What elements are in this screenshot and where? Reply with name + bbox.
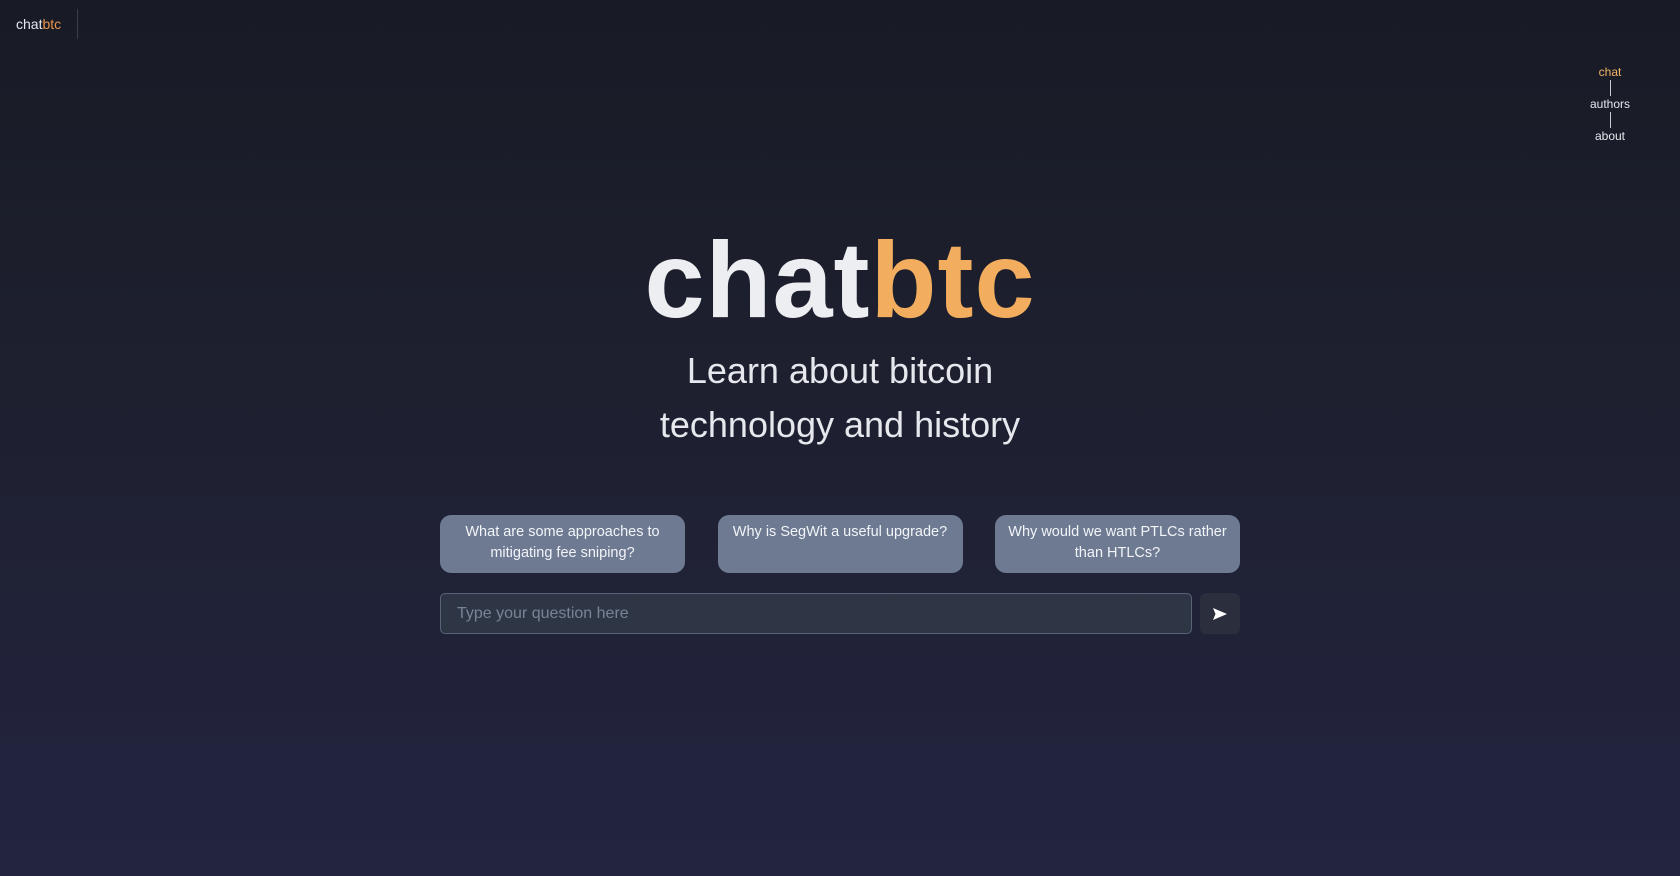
send-button[interactable] xyxy=(1200,593,1240,634)
title-chat: chat xyxy=(644,219,871,340)
nav-divider xyxy=(1609,80,1611,96)
page-subtitle: Learn about bitcoin technology and histo… xyxy=(0,344,1680,452)
suggestion-button-fee-sniping[interactable]: What are some approaches to mitigating f… xyxy=(440,515,685,573)
header-logo-chat: chat xyxy=(16,16,43,32)
subtitle-line-2: technology and history xyxy=(659,404,1021,445)
question-input[interactable] xyxy=(440,593,1192,634)
subtitle-line-1: Learn about bitcoin xyxy=(686,350,994,391)
question-form xyxy=(440,593,1240,634)
header-logo[interactable]: chatbtc xyxy=(0,9,79,39)
suggested-questions: What are some approaches to mitigating f… xyxy=(440,515,1240,573)
nav-item-authors[interactable]: authors xyxy=(1590,96,1630,112)
header-logo-btc: btc xyxy=(42,16,62,32)
hero: chatbtc Learn about bitcoin technology a… xyxy=(0,220,1680,452)
side-nav: chat authors about xyxy=(1572,64,1648,144)
page-title: chatbtc xyxy=(0,220,1680,340)
nav-item-chat[interactable]: chat xyxy=(1599,64,1622,80)
suggestion-button-ptlcs[interactable]: Why would we want PTLCs rather than HTLC… xyxy=(995,515,1240,573)
send-icon xyxy=(1213,607,1227,620)
nav-divider xyxy=(1609,112,1611,128)
top-bar: chatbtc xyxy=(0,0,79,48)
title-btc: btc xyxy=(870,219,1036,340)
nav-item-about[interactable]: about xyxy=(1595,128,1625,144)
suggestion-button-segwit[interactable]: Why is SegWit a useful upgrade? xyxy=(717,515,963,573)
